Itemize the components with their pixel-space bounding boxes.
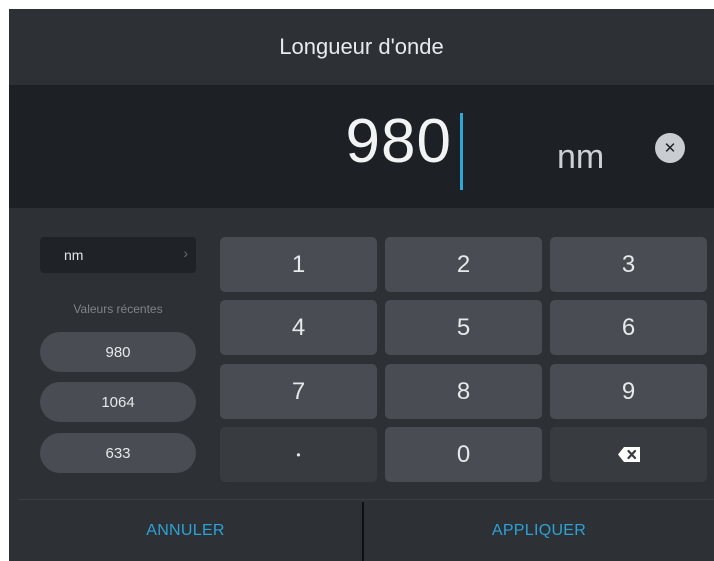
- value-display[interactable]: 980 nm ✕: [9, 85, 714, 208]
- key-3[interactable]: 3: [550, 237, 707, 292]
- dialog-title-bar: Longueur d'onde: [9, 9, 714, 85]
- key-2[interactable]: 2: [385, 237, 542, 292]
- unit-selector-label: nm: [64, 247, 84, 263]
- key-1[interactable]: 1: [220, 237, 377, 292]
- backspace-button[interactable]: [550, 427, 707, 482]
- key-7[interactable]: 7: [220, 364, 377, 419]
- display-unit: nm: [557, 138, 605, 176]
- key-decimal[interactable]: •: [220, 427, 377, 482]
- cancel-button[interactable]: ANNULER: [9, 500, 362, 561]
- wavelength-dialog: Longueur d'onde 980 nm ✕ nm › Valeurs ré…: [9, 9, 714, 561]
- clear-value-button[interactable]: ✕: [655, 133, 685, 163]
- text-cursor: [460, 113, 463, 190]
- key-0[interactable]: 0: [385, 427, 542, 482]
- recent-value-button[interactable]: 1064: [40, 382, 196, 422]
- unit-selector[interactable]: nm ›: [40, 237, 196, 273]
- dialog-title: Longueur d'onde: [279, 34, 444, 59]
- backspace-icon: [617, 447, 640, 462]
- key-4[interactable]: 4: [220, 300, 377, 355]
- entered-value: 980: [345, 107, 452, 176]
- recent-values-title: Valeurs récentes: [73, 302, 163, 316]
- key-6[interactable]: 6: [550, 300, 707, 355]
- key-5[interactable]: 5: [385, 300, 542, 355]
- close-icon: ✕: [663, 140, 677, 157]
- apply-button[interactable]: APPLIQUER: [364, 500, 714, 561]
- recent-value-button[interactable]: 633: [40, 433, 196, 473]
- recent-value-button[interactable]: 980: [40, 332, 196, 372]
- key-8[interactable]: 8: [385, 364, 542, 419]
- chevron-right-icon: ›: [183, 245, 188, 261]
- key-9[interactable]: 9: [550, 364, 707, 419]
